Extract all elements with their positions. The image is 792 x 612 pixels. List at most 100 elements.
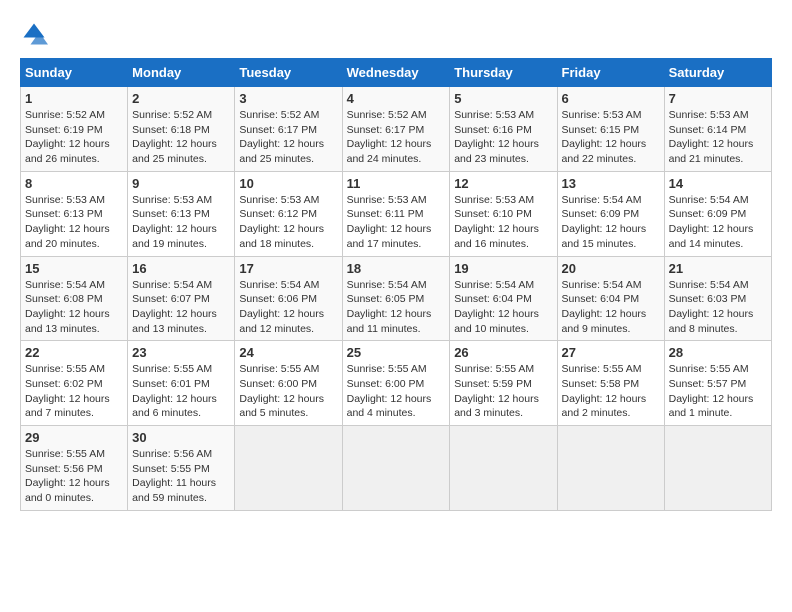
- day-number: 20: [562, 261, 660, 276]
- day-number: 23: [132, 345, 230, 360]
- day-number: 10: [239, 176, 337, 191]
- day-detail: Sunrise: 5:53 AM Sunset: 6:10 PM Dayligh…: [454, 193, 552, 252]
- day-detail: Sunrise: 5:53 AM Sunset: 6:12 PM Dayligh…: [239, 193, 337, 252]
- day-number: 27: [562, 345, 660, 360]
- day-detail: Sunrise: 5:56 AM Sunset: 5:55 PM Dayligh…: [132, 447, 230, 506]
- day-number: 28: [669, 345, 767, 360]
- calendar-cell: 27 Sunrise: 5:55 AM Sunset: 5:58 PM Dayli…: [557, 341, 664, 426]
- col-header-saturday: Saturday: [664, 59, 771, 87]
- calendar-cell: [664, 426, 771, 511]
- day-number: 30: [132, 430, 230, 445]
- calendar-week-row: 15 Sunrise: 5:54 AM Sunset: 6:08 PM Dayli…: [21, 256, 772, 341]
- day-detail: Sunrise: 5:55 AM Sunset: 5:59 PM Dayligh…: [454, 362, 552, 421]
- calendar-cell: [235, 426, 342, 511]
- day-number: 24: [239, 345, 337, 360]
- calendar-table: SundayMondayTuesdayWednesdayThursdayFrid…: [20, 58, 772, 511]
- day-detail: Sunrise: 5:54 AM Sunset: 6:08 PM Dayligh…: [25, 278, 123, 337]
- page-header: [20, 20, 772, 48]
- calendar-cell: 7 Sunrise: 5:53 AM Sunset: 6:14 PM Daylig…: [664, 87, 771, 172]
- day-detail: Sunrise: 5:53 AM Sunset: 6:11 PM Dayligh…: [347, 193, 446, 252]
- day-detail: Sunrise: 5:52 AM Sunset: 6:18 PM Dayligh…: [132, 108, 230, 167]
- calendar-cell: 24 Sunrise: 5:55 AM Sunset: 6:00 PM Dayli…: [235, 341, 342, 426]
- day-detail: Sunrise: 5:54 AM Sunset: 6:09 PM Dayligh…: [562, 193, 660, 252]
- calendar-header-row: SundayMondayTuesdayWednesdayThursdayFrid…: [21, 59, 772, 87]
- day-detail: Sunrise: 5:55 AM Sunset: 6:01 PM Dayligh…: [132, 362, 230, 421]
- logo: [20, 20, 50, 48]
- calendar-cell: 25 Sunrise: 5:55 AM Sunset: 6:00 PM Dayli…: [342, 341, 450, 426]
- calendar-cell: 19 Sunrise: 5:54 AM Sunset: 6:04 PM Dayli…: [450, 256, 557, 341]
- calendar-cell: 12 Sunrise: 5:53 AM Sunset: 6:10 PM Dayli…: [450, 171, 557, 256]
- calendar-cell: 20 Sunrise: 5:54 AM Sunset: 6:04 PM Dayli…: [557, 256, 664, 341]
- day-detail: Sunrise: 5:55 AM Sunset: 6:00 PM Dayligh…: [347, 362, 446, 421]
- calendar-cell: 1 Sunrise: 5:52 AM Sunset: 6:19 PM Daylig…: [21, 87, 128, 172]
- day-number: 4: [347, 91, 446, 106]
- day-detail: Sunrise: 5:54 AM Sunset: 6:03 PM Dayligh…: [669, 278, 767, 337]
- day-detail: Sunrise: 5:54 AM Sunset: 6:05 PM Dayligh…: [347, 278, 446, 337]
- day-detail: Sunrise: 5:54 AM Sunset: 6:04 PM Dayligh…: [454, 278, 552, 337]
- day-detail: Sunrise: 5:54 AM Sunset: 6:07 PM Dayligh…: [132, 278, 230, 337]
- day-detail: Sunrise: 5:52 AM Sunset: 6:19 PM Dayligh…: [25, 108, 123, 167]
- calendar-week-row: 8 Sunrise: 5:53 AM Sunset: 6:13 PM Daylig…: [21, 171, 772, 256]
- calendar-cell: 4Sunrise: 5:52 AM Sunset: 6:17 PM Daylig…: [342, 87, 450, 172]
- day-detail: Sunrise: 5:55 AM Sunset: 5:57 PM Dayligh…: [669, 362, 767, 421]
- day-number: 1: [25, 91, 123, 106]
- calendar-cell: 14 Sunrise: 5:54 AM Sunset: 6:09 PM Dayli…: [664, 171, 771, 256]
- day-detail: Sunrise: 5:54 AM Sunset: 6:06 PM Dayligh…: [239, 278, 337, 337]
- calendar-cell: 16 Sunrise: 5:54 AM Sunset: 6:07 PM Dayli…: [128, 256, 235, 341]
- day-number: 22: [25, 345, 123, 360]
- calendar-week-row: 1 Sunrise: 5:52 AM Sunset: 6:19 PM Daylig…: [21, 87, 772, 172]
- col-header-monday: Monday: [128, 59, 235, 87]
- calendar-cell: 21 Sunrise: 5:54 AM Sunset: 6:03 PM Dayli…: [664, 256, 771, 341]
- calendar-cell: 8 Sunrise: 5:53 AM Sunset: 6:13 PM Daylig…: [21, 171, 128, 256]
- col-header-sunday: Sunday: [21, 59, 128, 87]
- col-header-tuesday: Tuesday: [235, 59, 342, 87]
- day-number: 5: [454, 91, 552, 106]
- day-detail: Sunrise: 5:55 AM Sunset: 6:00 PM Dayligh…: [239, 362, 337, 421]
- calendar-cell: 5 Sunrise: 5:53 AM Sunset: 6:16 PM Daylig…: [450, 87, 557, 172]
- day-number: 11: [347, 176, 446, 191]
- logo-icon: [20, 20, 48, 48]
- calendar-cell: [557, 426, 664, 511]
- day-number: 6: [562, 91, 660, 106]
- day-detail: Sunrise: 5:55 AM Sunset: 6:02 PM Dayligh…: [25, 362, 123, 421]
- day-number: 2: [132, 91, 230, 106]
- calendar-cell: 15 Sunrise: 5:54 AM Sunset: 6:08 PM Dayli…: [21, 256, 128, 341]
- day-number: 14: [669, 176, 767, 191]
- calendar-cell: 2 Sunrise: 5:52 AM Sunset: 6:18 PM Daylig…: [128, 87, 235, 172]
- day-number: 26: [454, 345, 552, 360]
- calendar-cell: 9Sunrise: 5:53 AM Sunset: 6:13 PM Daylig…: [128, 171, 235, 256]
- col-header-wednesday: Wednesday: [342, 59, 450, 87]
- day-detail: Sunrise: 5:52 AM Sunset: 6:17 PM Dayligh…: [239, 108, 337, 167]
- calendar-cell: 28 Sunrise: 5:55 AM Sunset: 5:57 PM Dayli…: [664, 341, 771, 426]
- day-number: 12: [454, 176, 552, 191]
- day-detail: Sunrise: 5:53 AM Sunset: 6:15 PM Dayligh…: [562, 108, 660, 167]
- calendar-cell: 26 Sunrise: 5:55 AM Sunset: 5:59 PM Dayli…: [450, 341, 557, 426]
- day-detail: Sunrise: 5:53 AM Sunset: 6:14 PM Dayligh…: [669, 108, 767, 167]
- calendar-cell: 10 Sunrise: 5:53 AM Sunset: 6:12 PM Dayli…: [235, 171, 342, 256]
- calendar-cell: 22 Sunrise: 5:55 AM Sunset: 6:02 PM Dayli…: [21, 341, 128, 426]
- calendar-cell: 13 Sunrise: 5:54 AM Sunset: 6:09 PM Dayli…: [557, 171, 664, 256]
- calendar-cell: 30 Sunrise: 5:56 AM Sunset: 5:55 PM Dayli…: [128, 426, 235, 511]
- day-number: 21: [669, 261, 767, 276]
- day-detail: Sunrise: 5:53 AM Sunset: 6:16 PM Dayligh…: [454, 108, 552, 167]
- day-number: 15: [25, 261, 123, 276]
- day-detail: Sunrise: 5:54 AM Sunset: 6:09 PM Dayligh…: [669, 193, 767, 252]
- calendar-cell: 17 Sunrise: 5:54 AM Sunset: 6:06 PM Dayli…: [235, 256, 342, 341]
- day-number: 19: [454, 261, 552, 276]
- calendar-cell: [450, 426, 557, 511]
- day-number: 25: [347, 345, 446, 360]
- day-number: 8: [25, 176, 123, 191]
- day-number: 7: [669, 91, 767, 106]
- calendar-cell: 3Sunrise: 5:52 AM Sunset: 6:17 PM Daylig…: [235, 87, 342, 172]
- day-detail: Sunrise: 5:55 AM Sunset: 5:58 PM Dayligh…: [562, 362, 660, 421]
- day-number: 16: [132, 261, 230, 276]
- day-number: 9: [132, 176, 230, 191]
- col-header-thursday: Thursday: [450, 59, 557, 87]
- day-detail: Sunrise: 5:54 AM Sunset: 6:04 PM Dayligh…: [562, 278, 660, 337]
- day-number: 29: [25, 430, 123, 445]
- day-detail: Sunrise: 5:53 AM Sunset: 6:13 PM Dayligh…: [25, 193, 123, 252]
- calendar-cell: 11 Sunrise: 5:53 AM Sunset: 6:11 PM Dayli…: [342, 171, 450, 256]
- day-number: 17: [239, 261, 337, 276]
- calendar-cell: 18Sunrise: 5:54 AM Sunset: 6:05 PM Dayli…: [342, 256, 450, 341]
- day-number: 13: [562, 176, 660, 191]
